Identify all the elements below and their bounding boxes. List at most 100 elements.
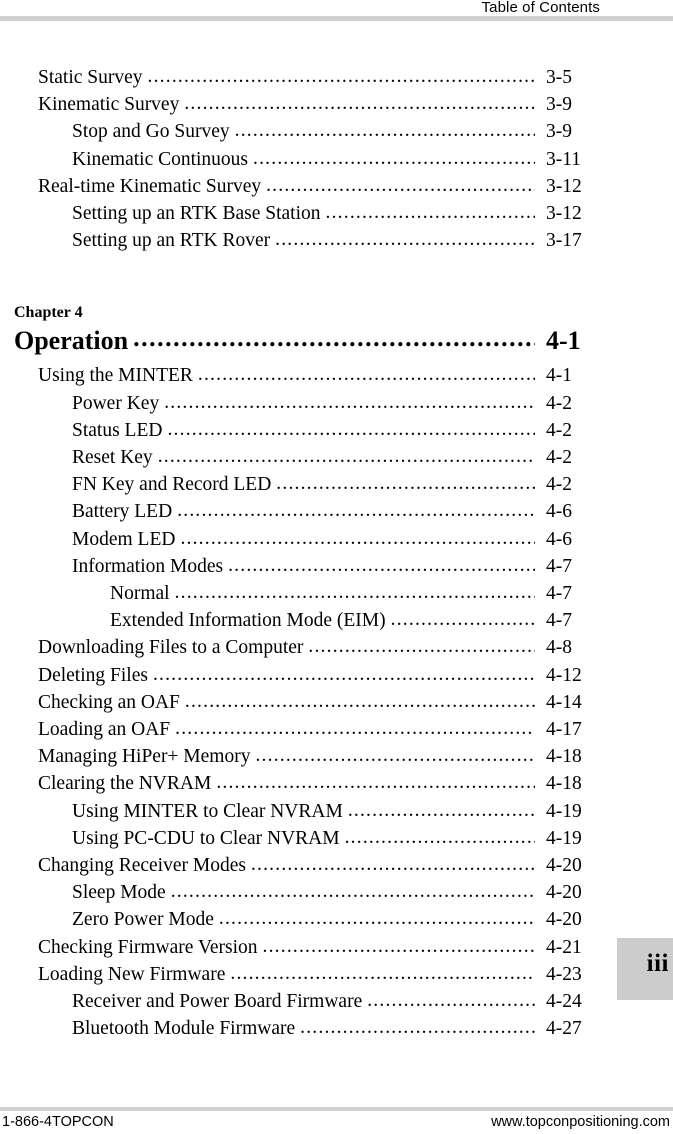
toc-entry-title: Operation [14, 326, 129, 356]
dot-leader: ........................................… [216, 772, 535, 794]
dot-leader: ........................................… [177, 500, 535, 522]
toc-entry[interactable]: Normal..................................… [0, 580, 673, 607]
dot-leader: ........................................… [157, 446, 535, 468]
dot-leader: ........................................… [164, 391, 535, 413]
toc-entry-page: 4-14 [546, 691, 582, 713]
toc-entry-title: Using MINTER to Clear NVRAM [72, 800, 343, 822]
toc-entry-page: 4-6 [546, 501, 572, 523]
dot-leader: ........................................… [184, 690, 535, 712]
toc-entry[interactable]: Sleep Mode..............................… [0, 879, 673, 906]
toc-entry[interactable]: Managing HiPer+ Memory..................… [0, 743, 673, 770]
toc-entry-page: 4-24 [546, 991, 582, 1013]
toc-entry-title: Loading New Firmware [38, 963, 226, 985]
toc-entry-page: 4-20 [546, 882, 582, 904]
dot-leader: ........................................… [275, 229, 535, 251]
toc-entry[interactable]: Battery LED.............................… [0, 498, 673, 525]
toc-entry-title: Zero Power Mode [72, 909, 214, 931]
toc-entry[interactable]: Changing Receiver Modes.................… [0, 852, 673, 879]
toc-entry-title: Downloading Files to a Computer [38, 637, 304, 659]
toc-entry-title: Information Modes [72, 555, 224, 577]
toc-entry[interactable]: Checking an OAF.........................… [0, 689, 673, 716]
toc-entry[interactable]: Using MINTER to Clear NVRAM.............… [0, 798, 673, 825]
dot-leader: ........................................… [308, 636, 535, 658]
toc-section-chapter3: Static Survey...........................… [0, 64, 673, 254]
dot-leader: ........................................… [152, 663, 535, 685]
table-of-contents: Static Survey...........................… [0, 64, 673, 1043]
footer-phone: 1-866-4TOPCON [2, 1114, 114, 1130]
toc-entry-page: 4-2 [546, 474, 572, 496]
dot-leader: ........................................… [253, 147, 535, 169]
toc-entry[interactable]: FN Key and Record LED...................… [0, 471, 673, 498]
toc-entry-page: 4-2 [546, 392, 572, 414]
toc-entry-page: 4-7 [546, 555, 572, 577]
toc-entry-page: 4-18 [546, 746, 582, 768]
toc-entry[interactable]: Information Modes.......................… [0, 553, 673, 580]
header-divider [0, 16, 673, 21]
toc-entry-page: 4-20 [546, 909, 582, 931]
toc-entry-chapter-operation[interactable]: Operation ..............................… [0, 323, 673, 358]
toc-entry-page: 4-19 [546, 827, 582, 849]
toc-entry[interactable]: Power Key...............................… [0, 390, 673, 417]
toc-entry[interactable]: Downloading Files to a Computer.........… [0, 634, 673, 661]
toc-section-chapter4: Using the MINTER........................… [0, 362, 673, 1042]
toc-entry-page: 3-17 [546, 230, 582, 252]
dot-leader: ........................................… [390, 609, 535, 631]
dot-leader: ........................................… [344, 826, 535, 848]
page-number: iii [646, 950, 669, 977]
toc-entry-title: Reset Key [72, 447, 153, 469]
footer-website[interactable]: www.topconpositioning.com [491, 1114, 670, 1130]
toc-entry-page: 3-9 [546, 121, 572, 143]
page-header: Table of Contents [0, 0, 673, 21]
toc-entry[interactable]: Zero Power Mode.........................… [0, 906, 673, 933]
toc-entry-page: 4-7 [546, 583, 572, 605]
toc-entry[interactable]: Using the MINTER........................… [0, 362, 673, 389]
dot-leader: ........................................… [175, 718, 535, 740]
toc-entry-title: Sleep Mode [72, 882, 166, 904]
toc-entry-title: Status LED [72, 419, 163, 441]
toc-entry-page: 4-19 [546, 800, 582, 822]
toc-entry-page: 3-9 [546, 94, 572, 116]
toc-entry[interactable]: Loading New Firmware....................… [0, 961, 673, 988]
toc-entry[interactable]: Receiver and Power Board Firmware.......… [0, 988, 673, 1015]
toc-entry[interactable]: Loading an OAF..........................… [0, 716, 673, 743]
dot-leader: ........................................… [230, 962, 535, 984]
toc-entry-title: Using the MINTER [38, 365, 193, 387]
dot-leader: ........................................… [266, 174, 535, 196]
page-edge-tab: iii [617, 938, 673, 1000]
toc-entry[interactable]: Setting up an RTK Rover.................… [0, 227, 673, 254]
toc-entry-page: 4-27 [546, 1018, 582, 1040]
toc-entry[interactable]: Modem LED...............................… [0, 526, 673, 553]
toc-entry-title: Normal [110, 583, 170, 605]
dot-leader: ........................................… [262, 935, 535, 957]
toc-entry[interactable]: Deleting Files..........................… [0, 662, 673, 689]
toc-entry[interactable]: Reset Key...............................… [0, 444, 673, 471]
dot-leader: ........................................… [218, 908, 535, 930]
toc-entry-page: 4-6 [546, 528, 572, 550]
toc-entry[interactable]: Using PC-CDU to Clear NVRAM.............… [0, 825, 673, 852]
toc-entry[interactable]: Setting up an RTK Base Station..........… [0, 200, 673, 227]
toc-entry-page: 4-2 [546, 419, 572, 441]
toc-entry-title: Static Survey [38, 67, 143, 88]
toc-entry-title: Real-time Kinematic Survey [38, 175, 262, 197]
toc-entry-page: 4-2 [546, 447, 572, 469]
toc-entry-title: FN Key and Record LED [72, 474, 272, 496]
dot-leader: ........................................… [255, 745, 535, 767]
toc-entry[interactable]: Checking Firmware Version...............… [0, 934, 673, 961]
toc-entry[interactable]: Extended Information Mode (EIM).........… [0, 607, 673, 634]
toc-entry[interactable]: Static Survey...........................… [0, 64, 673, 91]
toc-entry[interactable]: Kinematic Survey........................… [0, 91, 673, 118]
toc-entry[interactable]: Status LED..............................… [0, 417, 673, 444]
dot-leader: ........................................… [347, 799, 535, 821]
toc-entry[interactable]: Kinematic Continuous....................… [0, 146, 673, 173]
dot-leader: ........................................… [228, 554, 535, 576]
toc-entry[interactable]: Real-time Kinematic Survey..............… [0, 173, 673, 200]
toc-entry[interactable]: Stop and Go Survey......................… [0, 118, 673, 145]
toc-entry[interactable]: Bluetooth Module Firmware...............… [0, 1015, 673, 1042]
toc-entry-title: Kinematic Continuous [72, 148, 249, 170]
toc-entry[interactable]: Clearing the NVRAM......................… [0, 770, 673, 797]
toc-entry-page: 4-17 [546, 719, 582, 741]
toc-entry-title: Deleting Files [38, 664, 148, 686]
chapter-heading-block: Chapter 4 Operation ....................… [0, 301, 673, 358]
toc-entry-page: 4-18 [546, 773, 582, 795]
